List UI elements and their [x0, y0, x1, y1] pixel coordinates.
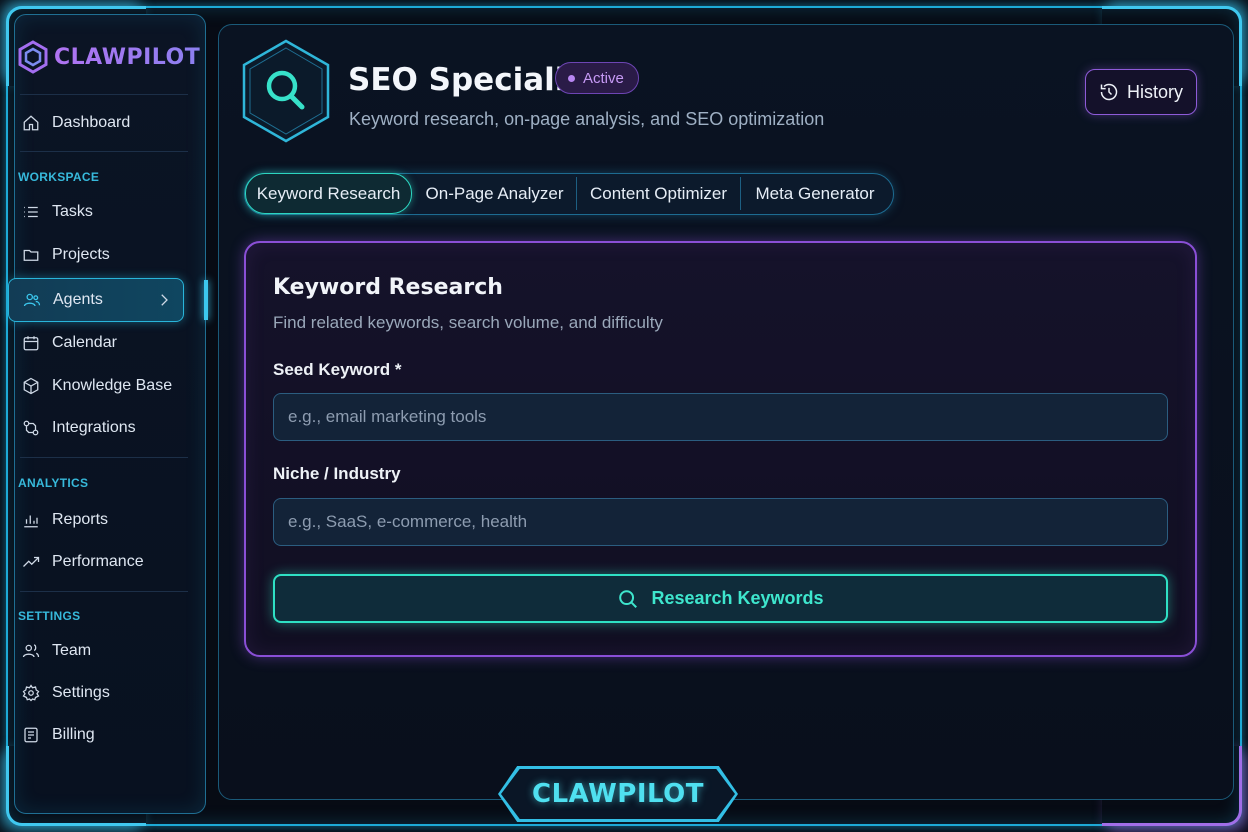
active-indicator: [204, 280, 208, 320]
section-label-analytics: ANALYTICS: [18, 476, 89, 490]
section-label-workspace: WORKSPACE: [18, 170, 100, 184]
sidebar-item-label: Team: [52, 642, 92, 659]
section-label-settings: SETTINGS: [18, 609, 81, 623]
niche-industry-label: Niche / Industry: [273, 464, 401, 483]
sidebar-item-performance[interactable]: Performance: [8, 542, 184, 582]
search-agent-icon: [242, 39, 330, 143]
sidebar-item-label: Tasks: [52, 203, 93, 220]
sidebar-item-calendar[interactable]: Calendar: [8, 323, 184, 363]
history-button-label: History: [1126, 81, 1183, 102]
sidebar-item-knowledge-base[interactable]: Knowledge Base: [8, 366, 184, 406]
home-icon: [23, 115, 39, 131]
sidebar-item-label: Integrations: [52, 419, 136, 436]
sidebar-item-label: Billing: [52, 726, 95, 743]
sidebar-item-label: Dashboard: [52, 114, 131, 131]
calendar-icon: [23, 336, 39, 351]
tab-label: Keyword Research: [256, 183, 401, 203]
tab-label: On-Page Analyzer: [425, 183, 564, 203]
tab-meta-generator[interactable]: Meta Generator: [741, 174, 889, 213]
gear-icon: [22, 684, 40, 702]
bar-chart-icon: [24, 515, 38, 528]
sidebar-item-team[interactable]: Team: [8, 631, 184, 671]
integrations-icon: [23, 420, 39, 436]
status-dot: [568, 74, 575, 82]
billing-icon: [24, 727, 38, 743]
chevron-right-icon: [161, 294, 168, 306]
sidebar-item-label: Calendar: [52, 334, 117, 351]
box-icon: [23, 377, 39, 395]
team-icon: [22, 644, 40, 658]
tab-content-optimizer[interactable]: Content Optimizer: [577, 174, 740, 213]
page-subtitle: Keyword research, on-page analysis, and …: [349, 109, 825, 129]
sidebar-divider: [20, 151, 188, 152]
sidebar-item-label: Settings: [52, 684, 110, 701]
sidebar-item-settings[interactable]: Settings: [8, 673, 184, 713]
sidebar-item-label: Performance: [52, 553, 144, 570]
footer-brand-text: CLAWPILOT: [532, 779, 704, 809]
sidebar-item-integrations[interactable]: Integrations: [8, 408, 184, 448]
card-title: Keyword Research: [273, 275, 503, 300]
hexagon-logo-icon: [18, 40, 48, 74]
tab-keyword-research[interactable]: Keyword Research: [245, 173, 412, 214]
sidebar-divider: [20, 591, 188, 592]
sidebar-item-label: Agents: [53, 291, 103, 308]
research-keywords-label: Research Keywords: [651, 588, 824, 608]
list-icon: [24, 206, 38, 218]
sidebar-item-label: Projects: [52, 246, 110, 263]
card-description: Find related keywords, search volume, an…: [273, 313, 663, 332]
sidebar-item-tasks[interactable]: Tasks: [8, 192, 184, 232]
sidebar-item-reports[interactable]: Reports: [8, 500, 184, 540]
sidebar-item-projects[interactable]: Projects: [8, 235, 184, 275]
seed-keyword-input[interactable]: [273, 393, 1168, 441]
brand[interactable]: CLAWPILOT: [18, 40, 200, 74]
status-badge: Active: [555, 62, 639, 94]
sidebar-item-label: Knowledge Base: [52, 377, 173, 394]
history-icon: [1100, 83, 1118, 101]
search-icon: [619, 589, 638, 608]
footer-brand: CLAWPILOT: [501, 769, 735, 819]
niche-industry-input[interactable]: [273, 498, 1168, 546]
research-keywords-button[interactable]: Research Keywords: [273, 574, 1168, 623]
sidebar-item-agents[interactable]: Agents: [8, 278, 184, 322]
history-button[interactable]: History: [1085, 69, 1197, 115]
tab-bar: Keyword Research On-Page Analyzer Conten…: [244, 173, 894, 215]
trend-icon: [23, 556, 40, 567]
sidebar-item-dashboard[interactable]: Dashboard: [8, 103, 184, 143]
sidebar-divider: [20, 94, 188, 95]
tab-label: Content Optimizer: [590, 183, 727, 203]
brand-name: CLAWPILOT: [54, 44, 201, 70]
status-badge-label: Active: [583, 69, 624, 87]
folder-icon: [23, 249, 39, 261]
sidebar-item-billing[interactable]: Billing: [8, 715, 184, 755]
sidebar-divider: [20, 457, 188, 458]
seed-keyword-label: Seed Keyword *: [273, 360, 402, 379]
sidebar-item-label: Reports: [52, 511, 109, 528]
tab-label: Meta Generator: [755, 183, 875, 203]
users-icon: [23, 293, 41, 307]
tab-on-page-analyzer[interactable]: On-Page Analyzer: [412, 174, 577, 213]
